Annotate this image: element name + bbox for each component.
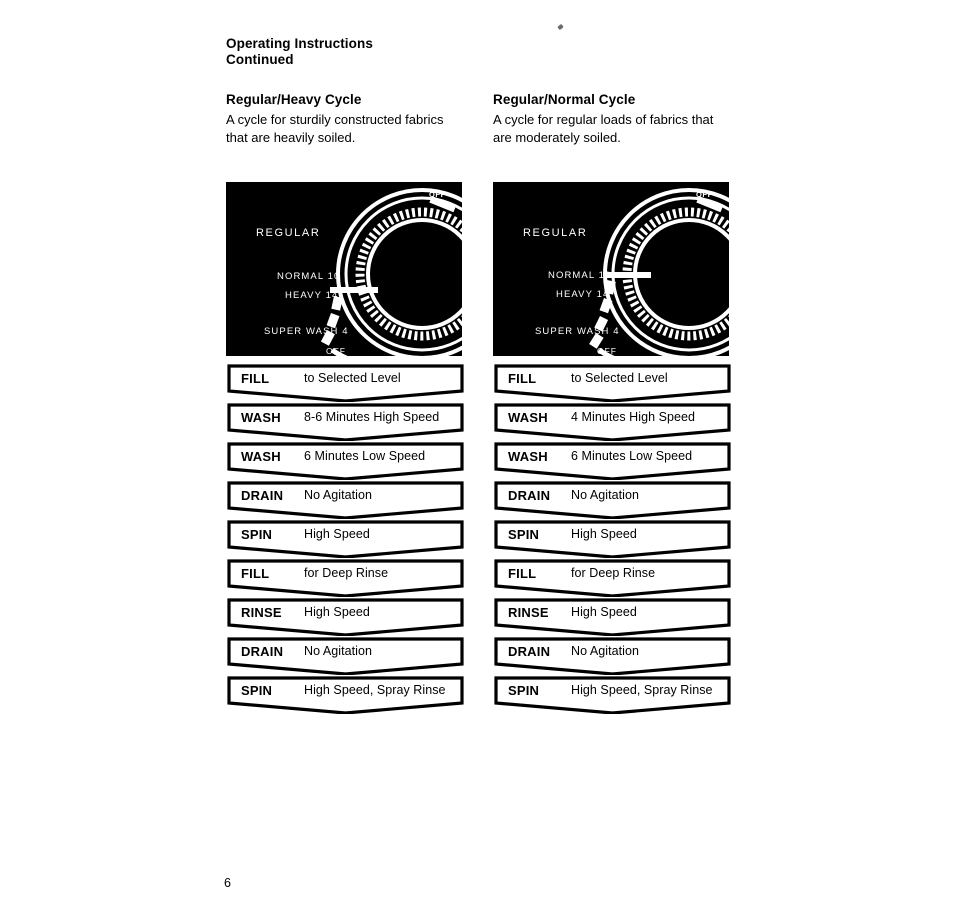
control-dial-photo-regular-heavy: REGULAR OFF NORMAL 10 HEAVY 14 SUPER WAS…	[226, 182, 462, 356]
step-label: DRAIN	[241, 644, 284, 659]
step-label: RINSE	[508, 605, 549, 620]
cycle-step: FILL to Selected Level	[227, 364, 464, 402]
cycle-step: SPIN High Speed	[227, 520, 464, 558]
step-value: High Speed	[571, 605, 637, 619]
step-value: No Agitation	[304, 644, 373, 658]
step-label: RINSE	[241, 605, 282, 620]
step-value: 8-6 Minutes High Speed	[304, 410, 440, 424]
cycle-step: FILL for Deep Rinse	[494, 559, 731, 597]
step-value: High Speed	[304, 605, 370, 619]
cycle-step: WASH 6 Minutes Low Speed	[494, 442, 731, 480]
step-label: DRAIN	[241, 488, 284, 503]
control-dial-photo-regular-normal: REGULAR OFF NORMAL 10 HEAVY 14 SUPER WAS…	[493, 182, 729, 356]
step-label: DRAIN	[508, 488, 551, 503]
step-value: 6 Minutes Low Speed	[304, 449, 426, 463]
cycle-column-regular-heavy: Regular/Heavy Cycle A cycle for sturdily…	[226, 92, 466, 146]
step-value: No Agitation	[304, 488, 373, 502]
cycle-step: DRAIN No Agitation	[494, 637, 731, 675]
dial-setting-super-wash: SUPER WASH 4	[535, 326, 620, 337]
cycle-step: WASH 6 Minutes Low Speed	[227, 442, 464, 480]
step-label: WASH	[508, 410, 548, 425]
cycle-step: FILL for Deep Rinse	[227, 559, 464, 597]
cycle-title: Regular/Normal Cycle	[493, 92, 636, 107]
cycle-step: RINSE High Speed	[494, 598, 731, 636]
dial-setting-heavy: HEAVY 14	[285, 290, 338, 301]
step-value: No Agitation	[571, 644, 640, 658]
step-value: High Speed, Spray Rinse	[571, 683, 713, 697]
cycle-step: DRAIN No Agitation	[227, 637, 464, 675]
step-label: WASH	[508, 449, 548, 464]
page-number: 6	[224, 876, 231, 890]
dial-setting-normal: NORMAL 10	[548, 270, 611, 281]
running-head-line1: Operating Instructions	[226, 36, 373, 51]
step-label: SPIN	[508, 527, 540, 542]
cycle-step: SPIN High Speed, Spray Rinse	[494, 676, 731, 714]
step-value: 4 Minutes High Speed	[571, 410, 695, 424]
step-label: FILL	[508, 371, 537, 386]
step-label: DRAIN	[508, 644, 551, 659]
cycle-step: WASH 8-6 Minutes High Speed	[227, 403, 464, 441]
step-label: WASH	[241, 410, 281, 425]
step-label: SPIN	[508, 683, 540, 698]
cycle-step: DRAIN No Agitation	[227, 481, 464, 519]
step-value: No Agitation	[571, 488, 640, 502]
dial-bottom-off-label: OFF	[597, 346, 617, 356]
cycle-description: A cycle for regular loads of fabrics tha…	[493, 112, 714, 145]
dial-setting-super-wash: SUPER WASH 4	[264, 326, 349, 337]
cycle-step: RINSE High Speed	[227, 598, 464, 636]
cycle-steps-regular-heavy: FILL to Selected Level WASH 8-6 Minutes …	[227, 364, 464, 715]
step-label: SPIN	[241, 527, 273, 542]
step-label: FILL	[508, 566, 537, 581]
cycle-description: A cycle for sturdily constructed fabrics…	[226, 112, 444, 145]
dial-top-off-label: OFF	[696, 190, 713, 199]
step-value: for Deep Rinse	[571, 566, 656, 580]
step-value: for Deep Rinse	[304, 566, 389, 580]
step-label: SPIN	[241, 683, 273, 698]
running-head: Operating Instructions Continued	[226, 36, 373, 68]
cycle-step: SPIN High Speed, Spray Rinse	[227, 676, 464, 714]
cycle-column-regular-normal: Regular/Normal Cycle A cycle for regular…	[493, 92, 733, 146]
document-page: Operating Instructions Continued Regular…	[0, 0, 954, 922]
dial-brand-label: REGULAR	[256, 227, 320, 239]
cycle-steps-regular-normal: FILL to Selected Level WASH 4 Minutes Hi…	[494, 364, 731, 715]
step-label: WASH	[241, 449, 281, 464]
dial-setting-heavy: HEAVY 14	[556, 289, 609, 300]
cycle-step: DRAIN No Agitation	[494, 481, 731, 519]
dial-bottom-off-label: OFF	[326, 346, 346, 356]
dial-top-off-label: OFF	[429, 190, 446, 199]
step-label: FILL	[241, 566, 270, 581]
step-value: to Selected Level	[304, 371, 401, 385]
dial-brand-label: REGULAR	[523, 227, 587, 239]
step-value: 6 Minutes Low Speed	[571, 449, 693, 463]
scan-artifact-speck	[557, 23, 564, 31]
cycle-title: Regular/Heavy Cycle	[226, 92, 362, 107]
step-value: High Speed	[304, 527, 370, 541]
step-value: High Speed	[571, 527, 637, 541]
cycle-step: FILL to Selected Level	[494, 364, 731, 402]
step-value: High Speed, Spray Rinse	[304, 683, 446, 697]
cycle-step: SPIN High Speed	[494, 520, 731, 558]
cycle-step: WASH 4 Minutes High Speed	[494, 403, 731, 441]
step-label: FILL	[241, 371, 270, 386]
step-value: to Selected Level	[571, 371, 668, 385]
dial-setting-normal: NORMAL 10	[277, 271, 340, 282]
running-head-line2: Continued	[226, 52, 294, 67]
